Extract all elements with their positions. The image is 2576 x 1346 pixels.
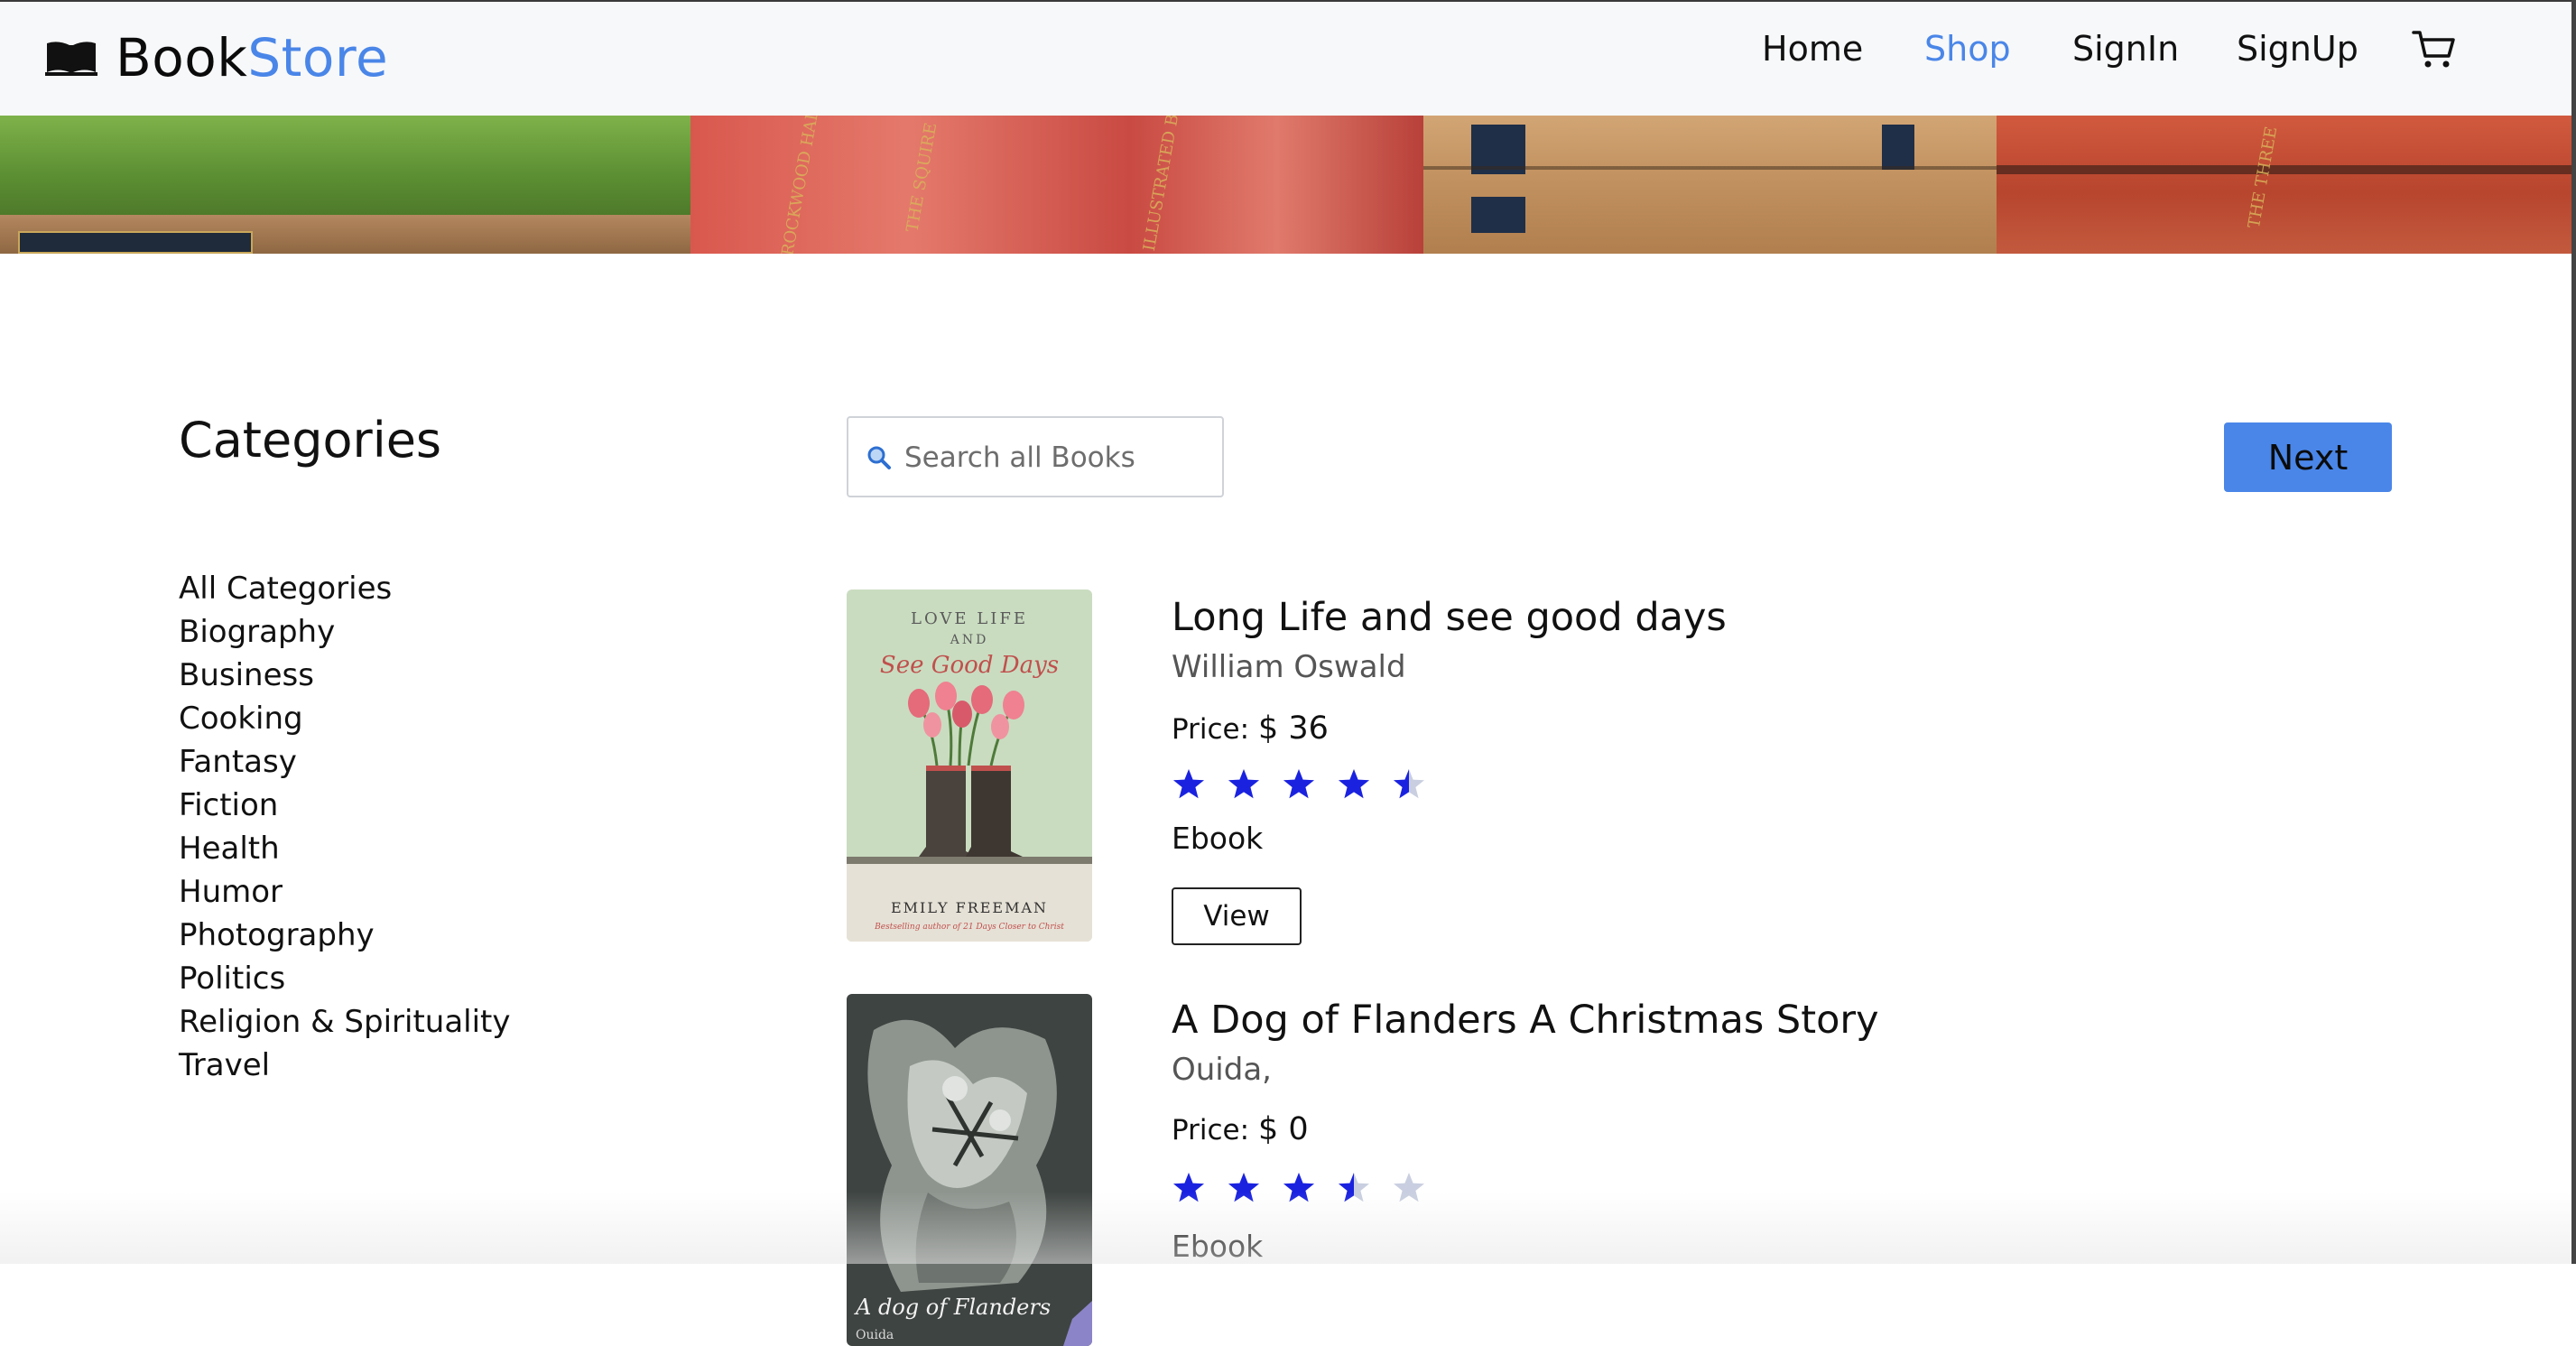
book-price: Price: $ 36 — [1172, 710, 1329, 747]
categories-heading: Categories — [179, 412, 442, 469]
cover-title-line3: See Good Days — [880, 652, 1059, 679]
star-rating — [1172, 767, 1447, 802]
star-icon — [1339, 1173, 1369, 1202]
category-cooking[interactable]: Cooking — [179, 697, 511, 740]
category-health[interactable]: Health — [179, 827, 511, 870]
cover-image-boots-tulips: LOVE LIFE AND See Good Days EMILY FREEMA… — [847, 589, 1092, 942]
brand-logo[interactable]: Book Store — [45, 27, 388, 88]
star-rating — [1172, 1171, 1447, 1205]
top-navbar: Book Store Home Shop SignIn SignUp — [0, 0, 2576, 116]
star-icon — [1283, 769, 1314, 799]
price-label: Price: — [1172, 713, 1250, 746]
view-book-button[interactable]: View — [1172, 887, 1302, 945]
category-politics[interactable]: Politics — [179, 957, 511, 1000]
book-cover[interactable]: LOVE LIFE AND See Good Days EMILY FREEMA… — [847, 589, 1092, 942]
category-religion-spirituality[interactable]: Religion & Spirituality — [179, 1000, 511, 1044]
category-biography[interactable]: Biography — [179, 610, 511, 654]
search-icon — [867, 446, 891, 469]
window-edge — [2571, 0, 2576, 1264]
cover-author: Ouida — [856, 1328, 894, 1342]
nav-signin[interactable]: SignIn — [2072, 29, 2179, 69]
star-icon — [1394, 1173, 1424, 1202]
star-icon — [1228, 1173, 1259, 1202]
category-fiction[interactable]: Fiction — [179, 784, 511, 827]
nav-shop[interactable]: Shop — [1924, 29, 2011, 69]
book-format: Ebook — [1172, 821, 1264, 856]
price-label: Price: — [1172, 1114, 1250, 1146]
nav-signup[interactable]: SignUp — [2237, 29, 2358, 69]
star-icon — [1394, 769, 1424, 799]
search-box — [847, 416, 1224, 497]
cart-icon[interactable] — [2412, 29, 2457, 70]
star-icon — [1173, 1173, 1204, 1202]
category-all[interactable]: All Categories — [179, 567, 511, 610]
cover-title-line1: LOVE LIFE — [911, 609, 1028, 628]
book-author: William Oswald — [1172, 649, 1406, 685]
open-book-icon — [45, 42, 97, 76]
brand-name-book: Book — [116, 27, 248, 88]
price-amount: $ 36 — [1257, 710, 1329, 747]
book-author: Ouida, — [1172, 1052, 1272, 1088]
book-price: Price: $ 0 — [1172, 1111, 1309, 1147]
nav-home[interactable]: Home — [1762, 29, 1863, 69]
category-travel[interactable]: Travel — [179, 1044, 511, 1087]
star-icon — [1173, 769, 1204, 799]
book-format: Ebook — [1172, 1229, 1264, 1264]
hero-banner: ROCKWOOD HALL THE SQUIRE ILLUSTRATED BY … — [0, 116, 2576, 254]
star-icon — [1339, 769, 1369, 799]
search-input[interactable] — [903, 434, 1213, 481]
brand-name-store: Store — [247, 27, 389, 88]
star-icon — [1228, 769, 1259, 799]
cover-image-engraving: A dog of Flanders Ouida — [847, 994, 1092, 1346]
book-title[interactable]: Long Life and see good days — [1172, 595, 1727, 640]
cover-title-line2: AND — [950, 633, 989, 647]
category-fantasy[interactable]: Fantasy — [179, 740, 511, 784]
categories-list: All Categories Biography Business Cookin… — [179, 567, 511, 1087]
book-title[interactable]: A Dog of Flanders A Christmas Story — [1172, 998, 1879, 1043]
category-business[interactable]: Business — [179, 654, 511, 697]
next-page-button[interactable]: Next — [2224, 422, 2392, 492]
category-photography[interactable]: Photography — [179, 914, 511, 957]
book-cover[interactable]: A dog of Flanders Ouida — [847, 994, 1092, 1346]
cover-tagline: Bestselling author of 21 Days Closer to … — [874, 923, 1064, 932]
category-humor[interactable]: Humor — [179, 870, 511, 914]
cover-title: A dog of Flanders — [854, 1295, 1051, 1320]
cover-author: EMILY FREEMAN — [891, 899, 1048, 916]
star-icon — [1283, 1173, 1314, 1202]
price-amount: $ 0 — [1257, 1111, 1309, 1147]
